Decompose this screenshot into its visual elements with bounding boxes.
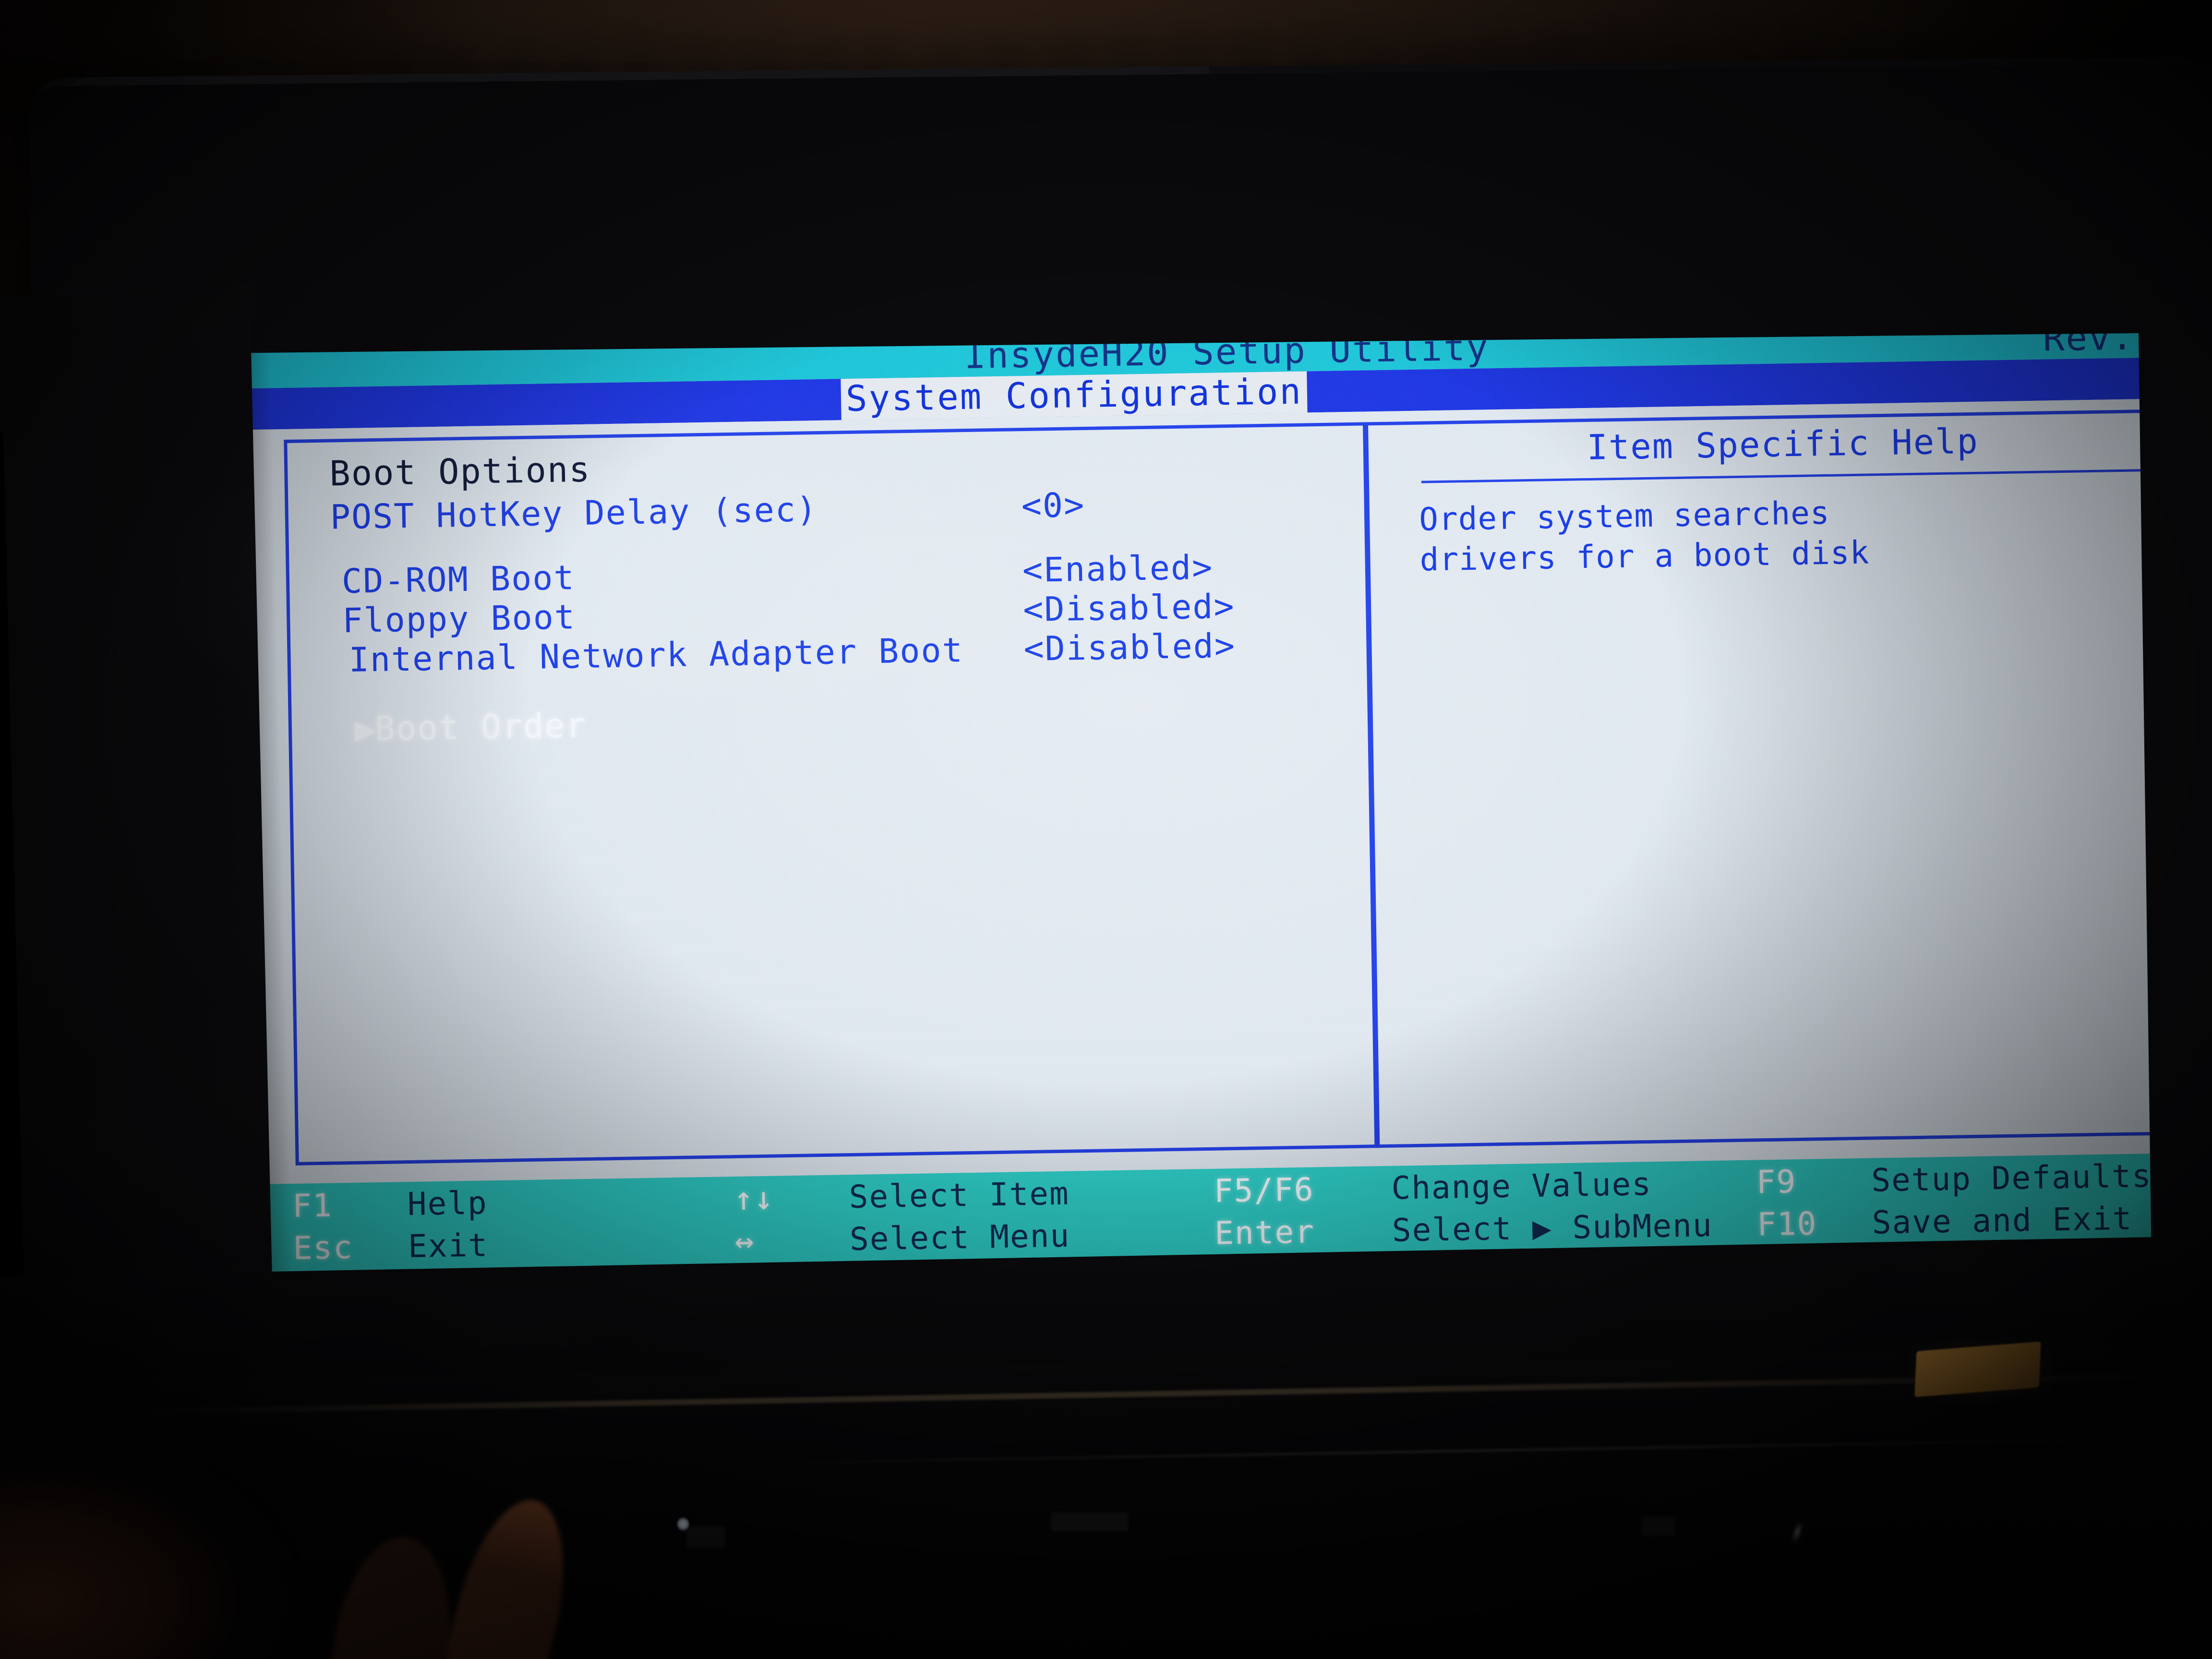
photo-scene: InsydeH20 Setup Utility Rev. 3.5 System …: [0, 0, 2212, 1659]
key-legend-row[interactable]: F9 Setup Defaults: [1756, 1157, 2152, 1206]
key-description: Select Item: [849, 1175, 1070, 1216]
key-legend-row[interactable]: Esc Exit: [293, 1226, 489, 1272]
option-label: POST HotKey Delay (sec): [330, 490, 818, 537]
option-value[interactable]: <Disabled>: [1023, 587, 1236, 629]
tab-system-configuration[interactable]: System Configuration: [841, 371, 1308, 421]
boot-options-list: Boot Options POST HotKey Delay (sec) <0>…: [329, 437, 1352, 754]
key-legend-column: F5/F6 Change Values Enter Select ▶ SubMe…: [1214, 1165, 1713, 1257]
bezel-top: [29, 63, 2212, 355]
keyboard-key: [1642, 1517, 1675, 1536]
key-description: Save and Exit: [1872, 1200, 2133, 1241]
option-value[interactable]: <0>: [1021, 485, 1085, 526]
keyboard-key: [686, 1527, 725, 1548]
key-legend-column: F9 Setup Defaults F10 Save and Exit: [1756, 1157, 2153, 1248]
key-label: F5/F6: [1214, 1171, 1315, 1210]
key-description: Change Values: [1391, 1166, 1652, 1207]
option-value[interactable]: <Enabled>: [1022, 548, 1214, 590]
key-legend-column: F1 Help Esc Exit: [292, 1184, 489, 1272]
key-legend-row[interactable]: F5/F6 Change Values: [1214, 1165, 1712, 1215]
bios-setup-utility: InsydeH20 Setup Utility Rev. 3.5 System …: [226, 312, 2212, 1276]
item-specific-help-panel: Item Specific Help Order system searches…: [1418, 418, 2150, 580]
submenu-label: Boot Order: [374, 705, 588, 749]
submenu-arrow-icon: ▶: [354, 709, 376, 749]
help-panel-divider: [1421, 469, 2145, 483]
key-label: F10: [1756, 1205, 1817, 1243]
leftright-arrow-icon: ↔: [734, 1222, 775, 1260]
key-legend-row[interactable]: F1 Help: [292, 1184, 488, 1230]
key-label: Enter: [1214, 1213, 1315, 1252]
key-label: F1: [292, 1187, 333, 1225]
option-value[interactable]: <Disabled>: [1023, 626, 1236, 669]
laptop-screen: InsydeH20 Setup Utility Rev. 3.5 System …: [226, 312, 2212, 1276]
power-led-icon: [677, 1517, 689, 1531]
option-label: Floppy Boot: [342, 597, 576, 641]
option-label: CD-ROM Boot: [341, 558, 576, 601]
key-description: Help: [407, 1184, 488, 1223]
keyboard-key: [1051, 1512, 1128, 1531]
hand: [0, 1445, 374, 1659]
updown-arrow-icon: ↑↓: [733, 1179, 775, 1218]
key-description: Select ▶ SubMenu: [1392, 1206, 1713, 1249]
bezel-left-shadow: [0, 291, 296, 1416]
key-legend-column: ↑↓ Select Item ↔ Select Menu: [733, 1175, 1070, 1265]
key-label: Esc: [292, 1228, 354, 1267]
key-description: Select Menu: [849, 1217, 1070, 1258]
key-legend-row[interactable]: ↑↓ Select Item: [733, 1175, 1070, 1223]
key-description: Exit: [408, 1226, 489, 1265]
content-area: Boot Options POST HotKey Delay (sec) <0>…: [227, 397, 2212, 1185]
key-description: Setup Defaults: [1871, 1157, 2152, 1199]
key-label: F9: [1756, 1163, 1797, 1201]
